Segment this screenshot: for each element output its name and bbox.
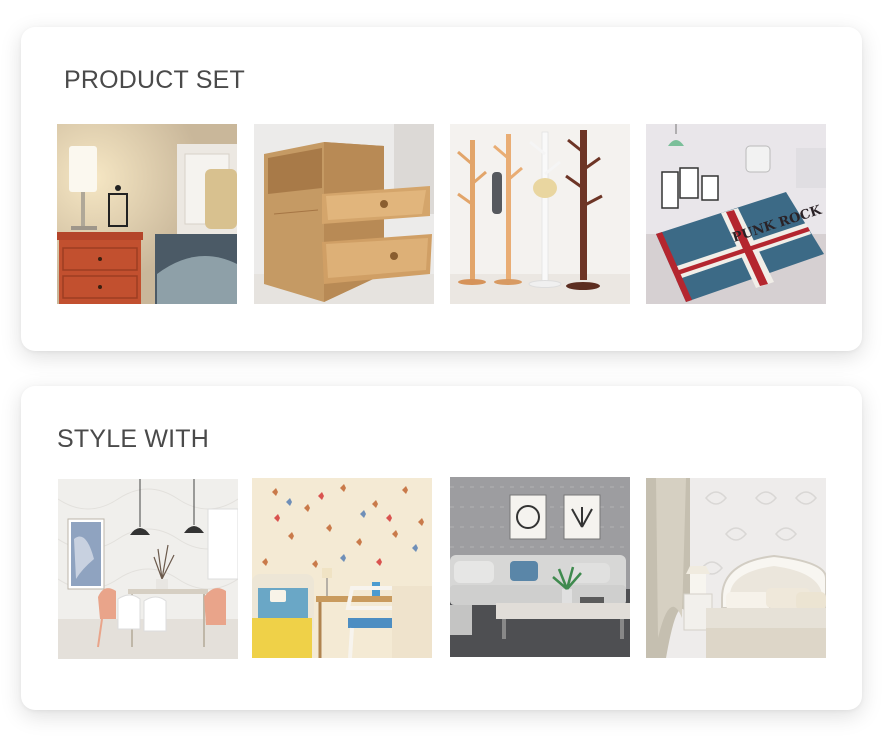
product-set-title: PRODUCT SET	[64, 66, 245, 94]
product-set-card: PRODUCT SET PUNK ROCK	[21, 27, 862, 351]
butterfly-wallpaper-room-image	[252, 478, 432, 658]
style-with-card: STYLE WITH	[21, 386, 862, 710]
product-thumb-wooden-drawer-cabinet[interactable]	[254, 124, 434, 304]
style-thumb-butterfly-wallpaper[interactable]	[252, 478, 432, 658]
style-thumb-grey-living-room[interactable]	[450, 477, 630, 657]
union-jack-rug-image: PUNK ROCK	[646, 124, 826, 304]
coat-rack-image	[450, 124, 630, 304]
product-thumb-table-lamp-nightstand[interactable]	[57, 124, 237, 304]
nightstand-with-lamp-image	[57, 124, 237, 304]
product-thumb-union-jack-rug[interactable]: PUNK ROCK	[646, 124, 826, 304]
living-room-image	[450, 477, 630, 657]
style-with-title: STYLE WITH	[57, 425, 210, 453]
product-thumb-coat-racks[interactable]	[450, 124, 630, 304]
style-thumb-damask-bedroom[interactable]	[646, 478, 826, 658]
style-thumb-dining-room[interactable]	[58, 479, 238, 659]
dining-room-image	[58, 479, 238, 659]
bedroom-image	[646, 478, 826, 658]
drawer-cabinet-image	[254, 124, 434, 304]
